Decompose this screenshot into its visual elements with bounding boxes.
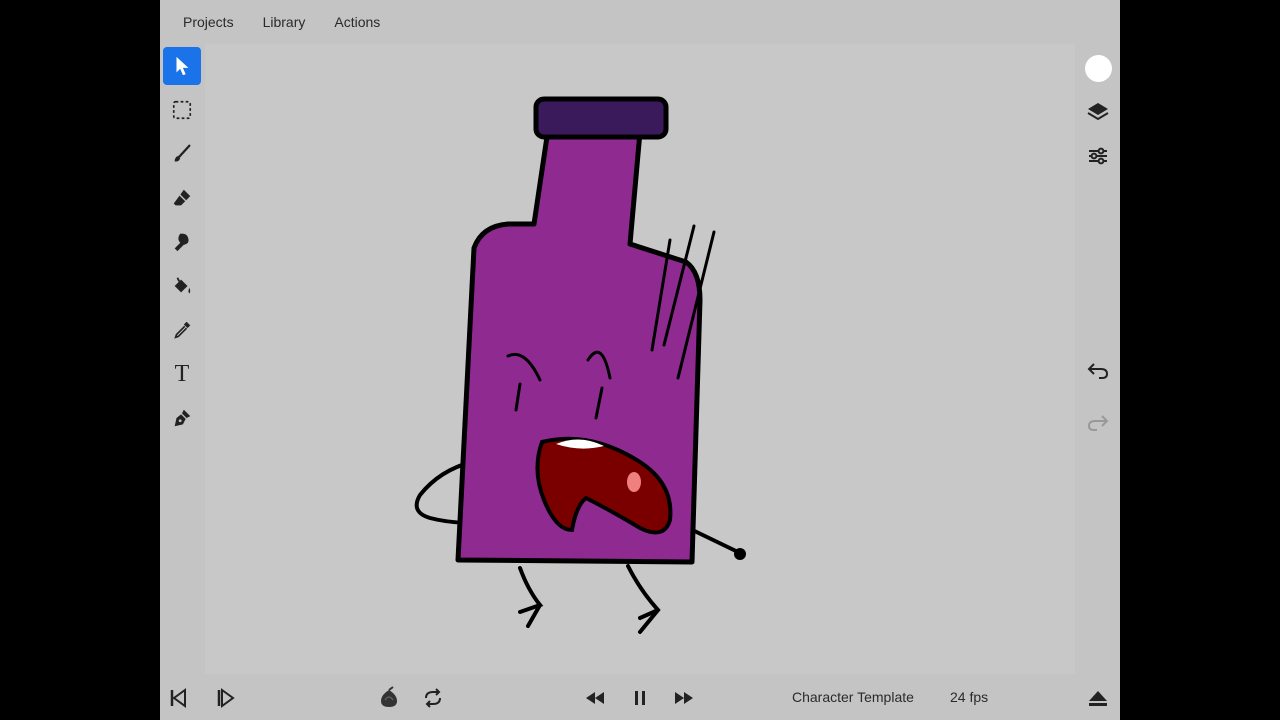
pause-button[interactable] <box>626 684 654 712</box>
pause-icon <box>635 691 645 705</box>
tool-eraser[interactable] <box>163 179 201 217</box>
right-hand <box>734 548 746 560</box>
pointer-icon <box>176 56 189 76</box>
settings-button[interactable] <box>1080 138 1116 174</box>
rewind-icon <box>586 692 604 704</box>
previous-frame-button[interactable] <box>166 684 194 712</box>
text-icon: T <box>174 360 190 387</box>
previous-frame-icon <box>170 688 186 708</box>
right-leg <box>626 564 661 634</box>
tool-eyedropper[interactable] <box>163 311 201 349</box>
timeline-bar: Character Template 24 fps <box>160 676 1120 720</box>
eraser-icon <box>173 189 191 206</box>
layers-icon <box>1087 103 1109 121</box>
menu-bar: Projects Library Actions <box>160 0 1120 44</box>
tool-paint-bucket[interactable] <box>163 267 201 305</box>
tool-marquee-select[interactable] <box>163 91 201 129</box>
tool-pointer[interactable] <box>163 47 201 85</box>
fps-label[interactable]: 24 fps <box>950 689 988 705</box>
app-window: Projects Library Actions T Character Tem… <box>160 0 1120 720</box>
next-frame-icon <box>217 688 235 708</box>
eyedropper-icon <box>174 321 191 339</box>
sliders-icon <box>1089 147 1107 165</box>
next-frame-button[interactable] <box>213 684 241 712</box>
smudge-icon <box>174 233 189 252</box>
right-toolbar <box>1080 50 1116 182</box>
tool-text[interactable]: T <box>163 355 201 393</box>
menu-projects[interactable]: Projects <box>183 14 234 30</box>
redo-button[interactable] <box>1080 404 1116 440</box>
tool-brush[interactable] <box>163 135 201 173</box>
fast-forward-button[interactable] <box>670 684 698 712</box>
current-color-swatch <box>1084 54 1112 82</box>
loop-button[interactable] <box>419 684 447 712</box>
brush-icon <box>174 144 191 162</box>
menu-library[interactable]: Library <box>263 14 306 30</box>
redo-icon <box>1087 415 1109 431</box>
tool-smudge[interactable] <box>163 223 201 261</box>
onion-skin-button[interactable] <box>375 684 403 712</box>
rewind-button[interactable] <box>581 684 609 712</box>
paint-bucket-icon <box>174 277 191 294</box>
tongue <box>627 472 641 492</box>
onion-icon <box>381 686 397 707</box>
undo-icon <box>1087 363 1109 379</box>
tool-palette: T <box>163 47 201 437</box>
undo-button[interactable] <box>1080 352 1116 388</box>
undo-redo-group <box>1080 352 1116 448</box>
pen-nib-icon <box>174 409 191 427</box>
fast-forward-icon <box>675 692 693 704</box>
character-drawing <box>414 96 746 634</box>
eject-icon <box>1089 691 1107 706</box>
tool-pen[interactable] <box>163 399 201 437</box>
loop-icon <box>425 688 441 708</box>
document-title[interactable]: Character Template <box>792 689 914 705</box>
left-leg <box>518 566 544 628</box>
timeline-toggle-button[interactable] <box>1084 684 1112 712</box>
color-picker[interactable] <box>1080 50 1116 86</box>
marquee-select-icon <box>172 100 192 120</box>
bottle-cap <box>533 96 669 140</box>
drawing-canvas[interactable] <box>205 44 1075 674</box>
menu-actions[interactable]: Actions <box>334 14 380 30</box>
layers-button[interactable] <box>1080 94 1116 130</box>
